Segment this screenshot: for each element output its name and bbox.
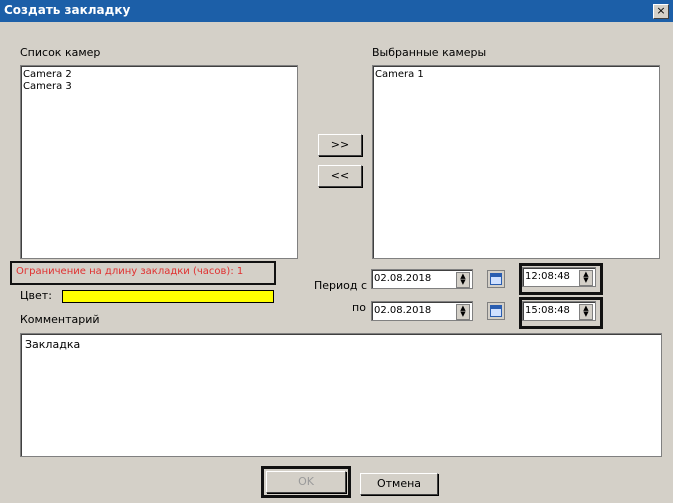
- period-to-label: по: [352, 301, 366, 314]
- available-cameras-list[interactable]: Camera 2 Camera 3: [20, 65, 298, 259]
- selected-cameras-label: Выбранные камеры: [372, 46, 487, 59]
- available-cameras-label: Список камер: [20, 46, 101, 59]
- remove-camera-button[interactable]: <<: [318, 165, 362, 187]
- comment-label: Комментарий: [20, 313, 100, 326]
- to-time-spinner[interactable]: ▲ ▼: [579, 304, 593, 320]
- title-bar[interactable]: Создать закладку ×: [0, 0, 673, 22]
- cancel-button[interactable]: Отмена: [360, 473, 438, 495]
- to-calendar-button[interactable]: [487, 302, 505, 320]
- color-swatch[interactable]: [62, 290, 274, 303]
- dialog-title: Создать закладку: [4, 3, 131, 17]
- to-time-field[interactable]: 15:08:48 ▲ ▼: [522, 301, 596, 321]
- ok-button[interactable]: OK: [266, 471, 346, 493]
- from-date-value: 02.08.2018: [374, 273, 432, 284]
- list-item[interactable]: Camera 2: [21, 69, 297, 81]
- list-item[interactable]: Camera 1: [373, 69, 659, 81]
- calendar-icon: [490, 273, 502, 285]
- comment-value: Закладка: [25, 338, 81, 351]
- from-date-spinner[interactable]: ▲ ▼: [456, 272, 470, 288]
- length-limit-text: Ограничение на длину закладки (часов): 1: [16, 266, 244, 277]
- from-time-spinner[interactable]: ▲ ▼: [579, 270, 593, 286]
- close-icon[interactable]: ×: [653, 4, 669, 19]
- add-camera-button[interactable]: >>: [318, 134, 362, 156]
- comment-textarea[interactable]: Закладка: [20, 333, 662, 457]
- from-date-field[interactable]: 02.08.2018 ▲ ▼: [371, 269, 473, 289]
- from-time-value: 12:08:48: [525, 271, 570, 282]
- period-from-label: Период с: [314, 279, 368, 292]
- selected-cameras-list[interactable]: Camera 1: [372, 65, 660, 259]
- length-limit-notice: Ограничение на длину закладки (часов): 1: [10, 261, 276, 285]
- to-time-value: 15:08:48: [525, 305, 570, 316]
- from-time-field[interactable]: 12:08:48 ▲ ▼: [522, 267, 596, 287]
- to-date-spinner[interactable]: ▲ ▼: [456, 304, 470, 320]
- color-label: Цвет:: [20, 289, 52, 302]
- create-bookmark-dialog: Создать закладку × Список камер Camera 2…: [0, 0, 673, 503]
- calendar-icon: [490, 305, 502, 317]
- to-date-field[interactable]: 02.08.2018 ▲ ▼: [371, 301, 473, 321]
- to-date-value: 02.08.2018: [374, 305, 432, 316]
- from-calendar-button[interactable]: [487, 270, 505, 288]
- list-item[interactable]: Camera 3: [21, 81, 297, 93]
